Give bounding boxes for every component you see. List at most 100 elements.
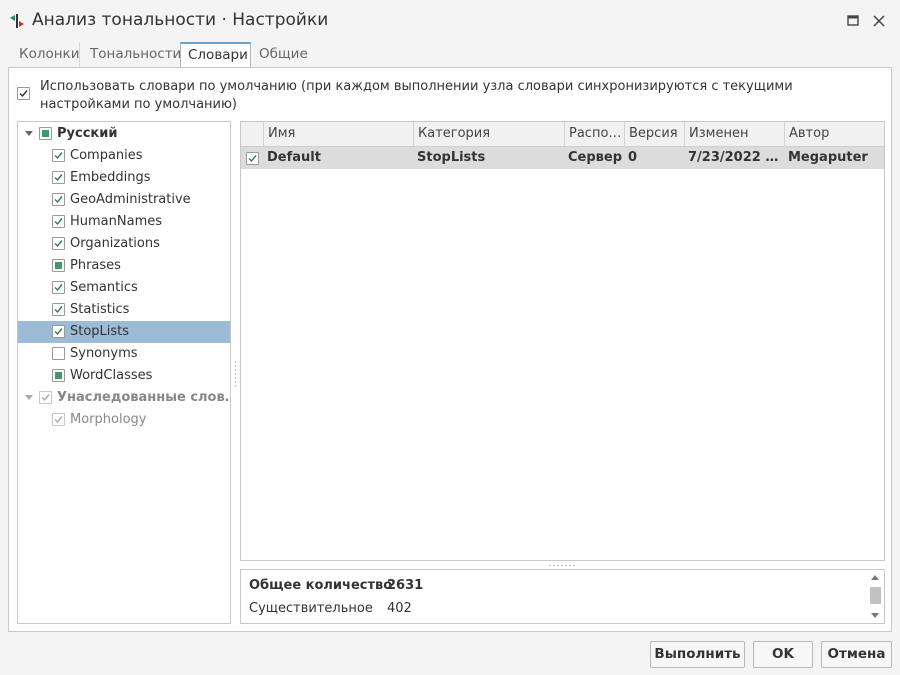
tree-checkbox[interactable]	[52, 281, 65, 294]
tree-checkbox[interactable]	[52, 149, 65, 162]
tree-checkbox[interactable]	[52, 347, 65, 360]
close-icon[interactable]	[870, 12, 888, 30]
table-row[interactable]: Default StopLists Сервер 0 7/23/2022 1..…	[241, 147, 884, 169]
tab-dictionaries[interactable]: Словари	[180, 42, 251, 69]
tree-item[interactable]: Companies	[18, 145, 230, 167]
use-default-checkbox[interactable]	[17, 87, 30, 100]
cell-author: Megaputer	[788, 150, 868, 165]
check-icon	[54, 196, 63, 204]
stats-value: 402	[387, 601, 412, 616]
expand-arrow-icon[interactable]	[25, 395, 33, 400]
check-icon	[54, 416, 63, 424]
tab-general[interactable]: Общие	[252, 42, 312, 68]
grid-header: Имя Категория Распо… Версия Изменен Авто…	[241, 122, 884, 147]
tree-item[interactable]: Embeddings	[18, 167, 230, 189]
dictionary-grid: Имя Категория Распо… Версия Изменен Авто…	[240, 121, 885, 561]
column-header-name[interactable]: Имя	[263, 122, 413, 147]
grid-header-check	[241, 122, 263, 147]
stats-value: 2631	[387, 578, 424, 593]
scroll-down-icon[interactable]	[871, 613, 879, 618]
tree-checkbox[interactable]	[52, 237, 65, 250]
tree-checkbox[interactable]	[52, 259, 65, 272]
check-icon	[54, 218, 63, 226]
tree-item-label: Synonyms	[70, 346, 138, 361]
cell-name: Default	[267, 150, 321, 165]
tree-checkbox	[39, 391, 52, 404]
window-title: Анализ тональности · Настройки	[32, 10, 329, 30]
tree-item-label: Phrases	[70, 258, 121, 273]
tree-checkbox[interactable]	[52, 171, 65, 184]
use-default-label: Использовать словари по умолчанию (при к…	[40, 79, 793, 112]
tree-item[interactable]: HumanNames	[18, 211, 230, 233]
cell-version: 0	[628, 150, 638, 165]
column-header-author[interactable]: Автор	[784, 122, 884, 147]
tree-checkbox[interactable]	[52, 325, 65, 338]
tab-sentiments[interactable]: Тональности	[83, 42, 181, 68]
cell-category: StopLists	[417, 150, 486, 165]
tree-item[interactable]: Statistics	[18, 299, 230, 321]
check-icon	[41, 394, 50, 402]
tree-checkbox[interactable]	[39, 127, 52, 140]
expand-arrow-icon[interactable]	[25, 131, 33, 136]
run-button[interactable]: Выполнить	[650, 641, 745, 668]
dictionary-stats: Общее количество 2631 Существительное 40…	[240, 569, 885, 624]
horizontal-splitter-grip[interactable]	[548, 564, 578, 567]
scroll-thumb[interactable]	[870, 587, 881, 604]
column-header-modified[interactable]: Изменен	[684, 122, 784, 147]
column-header-version[interactable]: Версия	[624, 122, 684, 147]
cell-location: Сервер	[568, 150, 623, 165]
ok-button[interactable]: OK	[753, 641, 813, 668]
tree-item[interactable]: GeoAdministrative	[18, 189, 230, 211]
cancel-button[interactable]: Отмена	[821, 641, 892, 668]
column-header-location[interactable]: Распо…	[564, 122, 624, 147]
tree-item[interactable]: Organizations	[18, 233, 230, 255]
tree-item[interactable]: Semantics	[18, 277, 230, 299]
check-icon	[54, 174, 63, 182]
tree-group-label: Русский	[57, 126, 118, 141]
tree-group-russian[interactable]: Русский	[18, 123, 230, 145]
maximize-icon[interactable]	[844, 12, 862, 30]
sentiment-app-icon	[10, 14, 24, 28]
tree-checkbox[interactable]	[52, 369, 65, 382]
tree-item-label: Morphology	[70, 412, 147, 427]
column-header-category[interactable]: Категория	[413, 122, 564, 147]
check-icon	[248, 155, 257, 163]
tree-item-label: Companies	[70, 148, 143, 163]
tree-item[interactable]: WordClasses	[18, 365, 230, 387]
check-icon	[54, 306, 63, 314]
tree-item-label: HumanNames	[70, 214, 163, 229]
cell-modified: 7/23/2022 1...	[688, 150, 784, 165]
tree-checkbox[interactable]	[52, 193, 65, 206]
tree-group-inherited[interactable]: Унаследованные слов…	[18, 387, 230, 409]
stats-scrollbar[interactable]	[868, 571, 883, 622]
tree-item[interactable]: Synonyms	[18, 343, 230, 365]
dictionaries-panel: Использовать словари по умолчанию (при к…	[8, 67, 892, 632]
tree-item-label: Semantics	[70, 280, 138, 295]
tab-columns[interactable]: Колонки	[12, 42, 80, 68]
check-icon	[54, 328, 63, 336]
check-icon	[54, 240, 63, 248]
tree-checkbox[interactable]	[52, 303, 65, 316]
tree-item-selected[interactable]: StopLists	[18, 321, 230, 343]
tree-group-label: Унаследованные слов…	[57, 390, 231, 405]
scroll-up-icon[interactable]	[871, 575, 879, 580]
row-checkbox[interactable]	[246, 152, 259, 165]
tree-item-label: GeoAdministrative	[70, 192, 191, 207]
check-icon	[54, 284, 63, 292]
dictionary-tree: Русский Companies Embeddings GeoAdminist…	[17, 121, 231, 624]
stats-key: Общее количество	[249, 578, 393, 593]
tree-item-label: StopLists	[70, 324, 130, 339]
check-icon	[54, 152, 63, 160]
tree-item[interactable]: Morphology	[18, 409, 230, 431]
tree-item-label: Embeddings	[70, 170, 151, 185]
title-bar: Анализ тональности · Настройки	[0, 0, 900, 42]
tree-checkbox[interactable]	[52, 215, 65, 228]
tree-item-label: Organizations	[70, 236, 160, 251]
tree-item-label: Statistics	[70, 302, 130, 317]
vertical-splitter-grip[interactable]	[234, 360, 237, 388]
tree-item[interactable]: Phrases	[18, 255, 230, 277]
tree-item-label: WordClasses	[70, 368, 153, 383]
stats-key: Существительное	[249, 601, 373, 616]
check-icon	[19, 90, 28, 98]
tree-checkbox	[52, 413, 65, 426]
